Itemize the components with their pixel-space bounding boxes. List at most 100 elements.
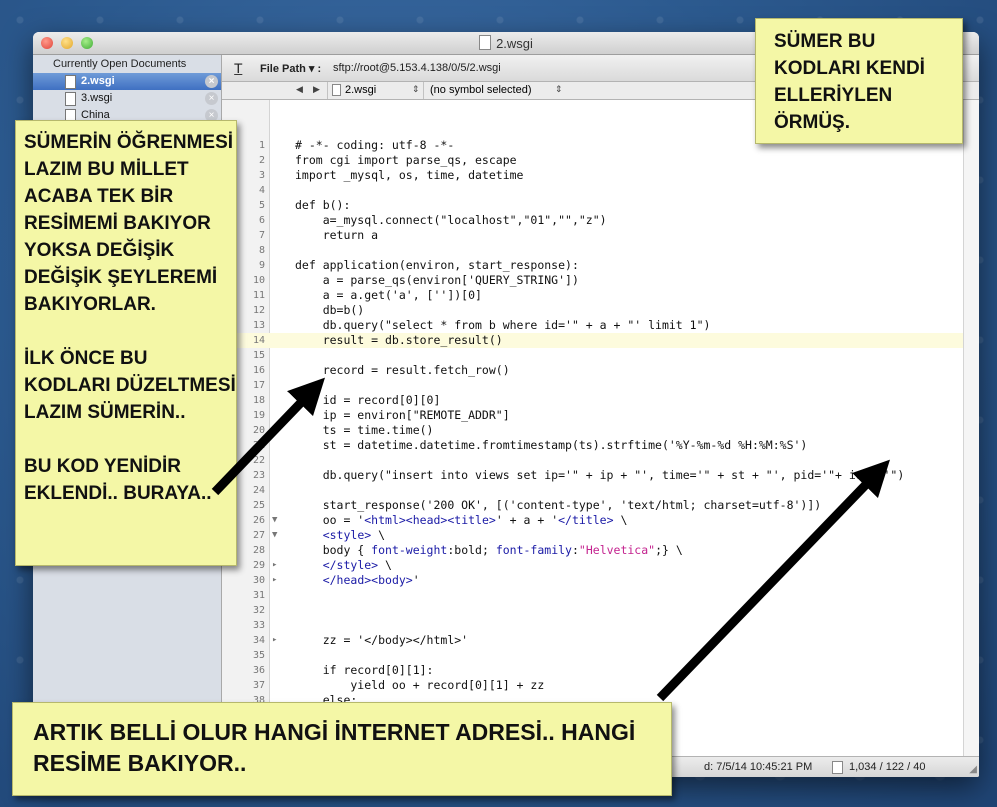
code-line[interactable]: 19 ip = environ["REMOTE_ADDR"]	[222, 408, 964, 423]
code-text: oo = '<html><head><title>' + a + '</titl…	[295, 513, 628, 527]
code-text: start_response('200 OK', [('content-type…	[295, 498, 822, 512]
code-text: db.query("insert into views set ip='" + …	[295, 468, 905, 482]
code-editor[interactable]: 1 # -*- coding: utf-8 -*- 2 from cgi import…	[222, 100, 964, 757]
code-text: db=b()	[295, 303, 365, 317]
file-path-label[interactable]: File Path ▾ :	[260, 62, 321, 75]
code-text: # -*- coding: utf-8 -*-	[295, 138, 455, 152]
code-line[interactable]: 37 yield oo + record[0][1] + zz	[222, 678, 964, 693]
code-line[interactable]: 24	[222, 483, 964, 498]
code-line[interactable]: 14 result = db.store_result()	[222, 333, 964, 348]
annotation-note-left: SÜMERİN ÖĞRENMESİ LAZIM BU MİLLET ACABA …	[15, 120, 237, 566]
popup-chevron-icon: ⇕	[555, 84, 563, 94]
fold-marker-icon[interactable]: ▼	[272, 528, 277, 543]
code-line[interactable]: 11 a = a.get('a', [''])[0]	[222, 288, 964, 303]
code-text: result = db.store_result()	[295, 333, 503, 347]
code-line[interactable]: 28 body { font-weight:bold; font-family:…	[222, 543, 964, 558]
code-line[interactable]: 15	[222, 348, 964, 363]
code-text: ts = time.time()	[295, 423, 434, 437]
annotation-note-top-right: SÜMER BU KODLARI KENDİ ELLERİYLEN ÖRMÜŞ.	[755, 18, 963, 144]
code-line[interactable]: 34 ▸ zz = '</body></html>'	[222, 633, 964, 648]
vertical-scrollbar[interactable]	[963, 100, 979, 757]
line-number: 32	[252, 605, 265, 616]
code-line[interactable]: 21 st = datetime.datetime.fromtimestamp(…	[222, 438, 964, 453]
code-text: yield oo + record[0][1] + zz	[295, 678, 545, 692]
code-line[interactable]: 3 import _mysql, os, time, datetime	[222, 168, 964, 183]
code-text: return a	[295, 228, 379, 242]
code-text: ip = environ["REMOTE_ADDR"]	[295, 408, 510, 422]
line-number: 35	[252, 650, 265, 661]
code-line[interactable]: 35	[222, 648, 964, 663]
note-paragraph: SÜMERİN ÖĞRENMESİ LAZIM BU MİLLET ACABA …	[24, 132, 234, 315]
code-text: def application(environ, start_response)…	[295, 258, 579, 272]
code-line[interactable]: 29 ▸ </style> \	[222, 558, 964, 573]
fold-marker-icon[interactable]: ▼	[272, 513, 277, 528]
line-number: 36	[252, 665, 265, 676]
code-text: a=_mysql.connect("localhost","01","","z"…	[295, 213, 607, 227]
file-icon	[65, 92, 76, 106]
code-line[interactable]: 13 db.query("select * from b where id='"…	[222, 318, 964, 333]
code-text: a = a.get('a', [''])[0]	[295, 288, 482, 302]
code-text: def b():	[295, 198, 351, 212]
file-path-value: sftp://root@5.153.4.138/0/5/2.wsgi	[333, 62, 501, 74]
annotation-note-bottom: ARTIK BELLİ OLUR HANGİ İNTERNET ADRESİ..…	[12, 702, 672, 796]
code-line[interactable]: 33	[222, 618, 964, 633]
code-line[interactable]: 9 def application(environ, start_response…	[222, 258, 964, 273]
modified-date: d: 7/5/14 10:45:21 PM	[704, 761, 813, 773]
code-line[interactable]: 6 a=_mysql.connect("localhost","01","","…	[222, 213, 964, 228]
code-line[interactable]: 20 ts = time.time()	[222, 423, 964, 438]
forward-arrow-icon[interactable]: ▶	[313, 84, 320, 95]
code-text: zz = '</body></html>'	[295, 633, 469, 647]
back-arrow-icon[interactable]: ◀	[296, 84, 303, 95]
symbol-popup[interactable]: (no symbol selected)	[430, 84, 532, 96]
popup-chevron-icon: ⇕	[412, 84, 420, 94]
sidebar-document-2-wsgi[interactable]: 2.wsgi ×	[33, 73, 221, 90]
code-text: id = record[0][0]	[295, 393, 441, 407]
code-line[interactable]: 12 db=b()	[222, 303, 964, 318]
sidebar-document-3-wsgi[interactable]: 3.wsgi ×	[33, 90, 221, 107]
code-line[interactable]: 7 return a	[222, 228, 964, 243]
code-line[interactable]: 27 ▼ <style> \	[222, 528, 964, 543]
code-line[interactable]: 16 record = result.fetch_row()	[222, 363, 964, 378]
editor-pane: T̲ File Path ▾ : sftp://root@5.153.4.138…	[222, 55, 979, 777]
fold-marker-icon[interactable]: ▸	[272, 573, 277, 588]
code-line[interactable]: 32	[222, 603, 964, 618]
code-line[interactable]: 22	[222, 453, 964, 468]
document-popup[interactable]: 2.wsgi	[345, 84, 376, 96]
close-document-icon[interactable]: ×	[205, 75, 218, 88]
code-line[interactable]: 10 a = parse_qs(environ['QUERY_STRING'])	[222, 273, 964, 288]
sidebar-header: Currently Open Documents	[53, 58, 187, 70]
code-line[interactable]: 4	[222, 183, 964, 198]
document-name: 2.wsgi	[81, 75, 115, 87]
code-line[interactable]: 25 start_response('200 OK', [('content-t…	[222, 498, 964, 513]
code-line[interactable]: 26 ▼ oo = '<html><head><title>' + a + '</…	[222, 513, 964, 528]
code-line[interactable]: 31	[222, 588, 964, 603]
code-line[interactable]: 23 db.query("insert into views set ip='"…	[222, 468, 964, 483]
divider	[327, 82, 328, 99]
note-paragraph: İLK ÖNCE BU KODLARI DÜZELTMESİ LAZIM SÜM…	[24, 348, 236, 423]
code-line[interactable]: 18 id = record[0][0]	[222, 393, 964, 408]
line-number: 37	[252, 680, 265, 691]
code-line[interactable]: 30 ▸ </head><body>'	[222, 573, 964, 588]
divider	[423, 82, 424, 99]
file-icon	[65, 75, 76, 89]
resize-grip-icon[interactable]: ◢	[969, 764, 977, 775]
fold-marker-icon[interactable]: ▸	[272, 558, 277, 573]
code-text: st = datetime.datetime.fromtimestamp(ts)…	[295, 438, 808, 452]
code-text: db.query("select * from b where id='" + …	[295, 318, 711, 332]
note-spacer	[24, 318, 236, 345]
code-line[interactable]: 36 if record[0][1]:	[222, 663, 964, 678]
code-line[interactable]: 8	[222, 243, 964, 258]
code-line[interactable]: 17	[222, 378, 964, 393]
text-options-icon[interactable]: T̲	[234, 60, 243, 76]
line-number: 34	[252, 635, 265, 646]
document-counts: 1,034 / 122 / 40	[849, 761, 926, 773]
code-text: <style> \	[322, 528, 386, 542]
code-line[interactable]: 5 def b():	[222, 198, 964, 213]
document-icon	[479, 35, 492, 50]
line-number: 30	[252, 575, 265, 586]
fold-marker-icon[interactable]: ▸	[272, 633, 277, 648]
code-line[interactable]: 2 from cgi import parse_qs, escape	[222, 153, 964, 168]
document-icon	[332, 84, 341, 96]
code-text: if record[0][1]:	[295, 663, 434, 677]
close-document-icon[interactable]: ×	[205, 92, 218, 105]
